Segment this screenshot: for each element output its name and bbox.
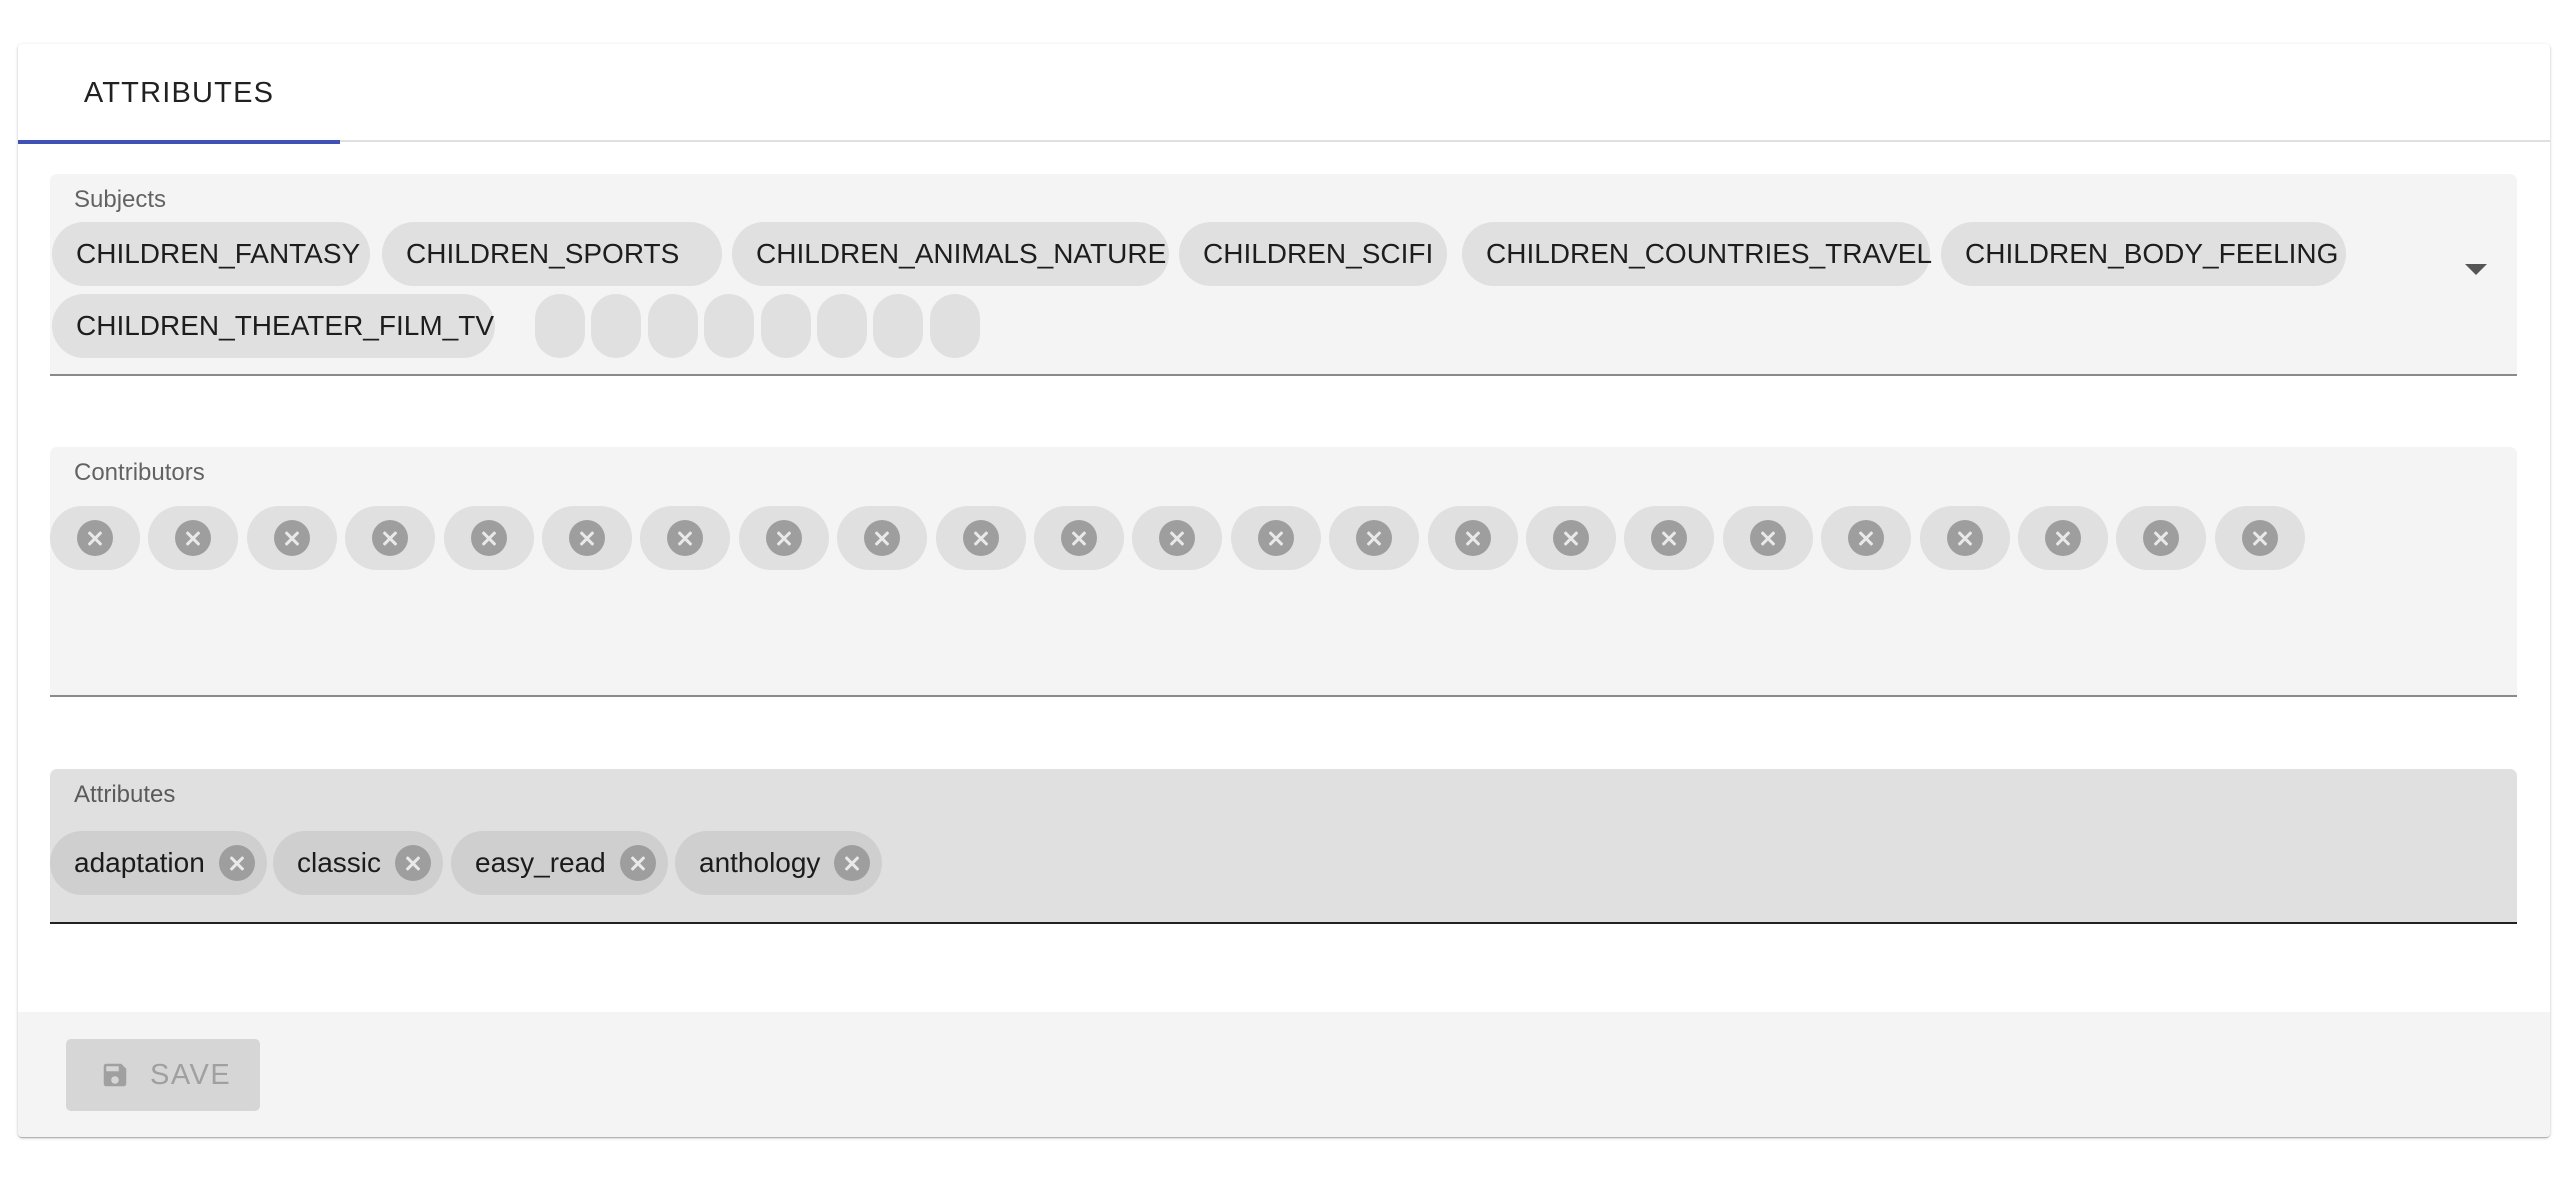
contributor-chip[interactable]: [443, 506, 534, 570]
attribute-chip[interactable]: adaptation: [50, 831, 267, 895]
cancel-icon[interactable]: [2143, 520, 2180, 556]
contributor-chip[interactable]: [1132, 506, 1223, 570]
cancel-icon[interactable]: [1257, 520, 1294, 556]
attribute-chip[interactable]: classic: [273, 831, 444, 895]
cancel-icon[interactable]: [77, 520, 113, 556]
subject-chip-label: CHILDREN_ANIMALS_NATURE: [756, 238, 1167, 269]
tab-bar: ATTRIBUTES: [18, 44, 2550, 144]
tab-attributes-label: ATTRIBUTES: [83, 76, 275, 109]
tab-attributes[interactable]: ATTRIBUTES: [18, 44, 340, 144]
save-button[interactable]: SAVE: [66, 1039, 260, 1111]
contributor-chip[interactable]: [1034, 506, 1124, 570]
attribute-chip[interactable]: anthology: [675, 831, 883, 895]
contributor-chip[interactable]: [1624, 506, 1715, 570]
contributor-chip[interactable]: [2018, 506, 2108, 570]
cancel-icon[interactable]: [864, 520, 901, 556]
cancel-icon[interactable]: [962, 520, 999, 556]
subject-chip[interactable]: CHILDREN_COUNTRIES_TRAVEL: [1462, 222, 1932, 286]
contributor-chip[interactable]: [837, 506, 928, 570]
cancel-icon[interactable]: [1651, 520, 1688, 556]
attributes-card: ATTRIBUTES Subjects CHILDREN_FANTASY CHIL…: [18, 44, 2550, 1137]
cancel-icon[interactable]: [1749, 520, 1786, 556]
card-actions: SAVE: [18, 1012, 2550, 1137]
subject-chip-label: CHILDREN_COUNTRIES_TRAVEL: [1486, 238, 1933, 269]
subject-chip[interactable]: CHILDREN_SCIFI: [1179, 222, 1447, 286]
cancel-icon[interactable]: [395, 845, 432, 881]
subject-chip[interactable]: CHILDREN_BODY_FEELING: [1941, 222, 2346, 286]
contributor-chip[interactable]: [148, 506, 239, 570]
attributes-field[interactable]: Attributes adaptation classic easy_read ant…: [50, 769, 2517, 924]
contributor-chip[interactable]: [1821, 506, 1912, 570]
subject-chip[interactable]: CHILDREN_ANIMALS_NATURE: [732, 222, 1169, 286]
subject-chip-empty[interactable]: [591, 294, 642, 358]
subject-chip[interactable]: CHILDREN_THEATER_FILM_TV: [52, 294, 495, 358]
tab-indicator: [18, 140, 340, 144]
contributor-chip[interactable]: [2116, 506, 2207, 570]
contributor-chip[interactable]: [640, 506, 731, 570]
contributor-chip[interactable]: [738, 506, 829, 570]
cancel-icon[interactable]: [218, 845, 255, 881]
arrow-drop-down-icon[interactable]: [2465, 264, 2487, 275]
contributor-chip[interactable]: [50, 506, 140, 570]
subject-chip-empty[interactable]: [760, 294, 811, 358]
save-button-label: SAVE: [150, 1058, 232, 1091]
subject-chip-empty[interactable]: [704, 294, 755, 358]
attribute-chip-label: anthology: [699, 847, 821, 878]
cancel-icon[interactable]: [2045, 520, 2081, 556]
contributor-chip[interactable]: [935, 506, 1026, 570]
contributor-chip[interactable]: [246, 506, 337, 570]
attribute-chip-label: adaptation: [74, 847, 205, 878]
cancel-icon[interactable]: [765, 520, 802, 556]
subjects-select[interactable]: Subjects CHILDREN_FANTASY CHILDREN_SPORTS…: [50, 174, 2517, 376]
subject-chip-empty[interactable]: [817, 294, 867, 358]
contributor-chip[interactable]: [542, 506, 632, 570]
contributors-label: Contributors: [74, 459, 205, 486]
cancel-icon[interactable]: [1061, 520, 1097, 556]
contributors-field[interactable]: Contributors: [50, 447, 2517, 697]
attribute-chip-label: easy_read: [475, 847, 606, 878]
cancel-icon[interactable]: [1553, 520, 1589, 556]
cancel-icon[interactable]: [1454, 520, 1491, 556]
subject-chip-label: CHILDREN_SPORTS: [406, 238, 680, 269]
cancel-icon[interactable]: [667, 520, 704, 556]
subject-chip-label: CHILDREN_THEATER_FILM_TV: [76, 310, 495, 341]
cancel-icon[interactable]: [175, 520, 212, 556]
subject-chip-empty[interactable]: [647, 294, 698, 358]
subject-chip-label: CHILDREN_BODY_FEELING: [1965, 238, 2339, 269]
cancel-icon[interactable]: [1946, 520, 1983, 556]
contributor-chip[interactable]: [1329, 506, 1420, 570]
subject-chip-empty[interactable]: [873, 294, 924, 358]
cancel-icon[interactable]: [569, 520, 605, 556]
subject-chip-label: CHILDREN_SCIFI: [1203, 238, 1434, 269]
subject-chip-label: CHILDREN_FANTASY: [76, 238, 361, 269]
cancel-icon[interactable]: [834, 845, 871, 881]
subject-chip-empty[interactable]: [929, 294, 980, 358]
contributor-chip[interactable]: [345, 506, 436, 570]
cancel-icon[interactable]: [1159, 520, 1196, 556]
cancel-icon[interactable]: [470, 520, 507, 556]
attribute-chip-label: classic: [297, 847, 382, 878]
contributor-chip[interactable]: [1919, 506, 2010, 570]
cancel-icon[interactable]: [1356, 520, 1393, 556]
subject-chip-empty[interactable]: [535, 294, 585, 358]
cancel-icon[interactable]: [273, 520, 310, 556]
subject-chip[interactable]: CHILDREN_SPORTS: [382, 222, 722, 286]
cancel-icon[interactable]: [619, 845, 656, 881]
contributor-chip[interactable]: [1427, 506, 1518, 570]
contributor-chip[interactable]: [1230, 506, 1321, 570]
cancel-icon[interactable]: [372, 520, 409, 556]
cancel-icon[interactable]: [1848, 520, 1885, 556]
contributor-chip[interactable]: [1526, 506, 1616, 570]
attributes-label: Attributes: [74, 781, 176, 808]
subjects-label: Subjects: [74, 186, 167, 213]
save-icon: [103, 1063, 127, 1087]
contributor-chip[interactable]: [2214, 506, 2305, 570]
attribute-chip[interactable]: easy_read: [451, 831, 668, 895]
cancel-icon[interactable]: [2241, 520, 2278, 556]
contributor-chip[interactable]: [1722, 506, 1813, 570]
subject-chip[interactable]: CHILDREN_FANTASY: [52, 222, 370, 286]
